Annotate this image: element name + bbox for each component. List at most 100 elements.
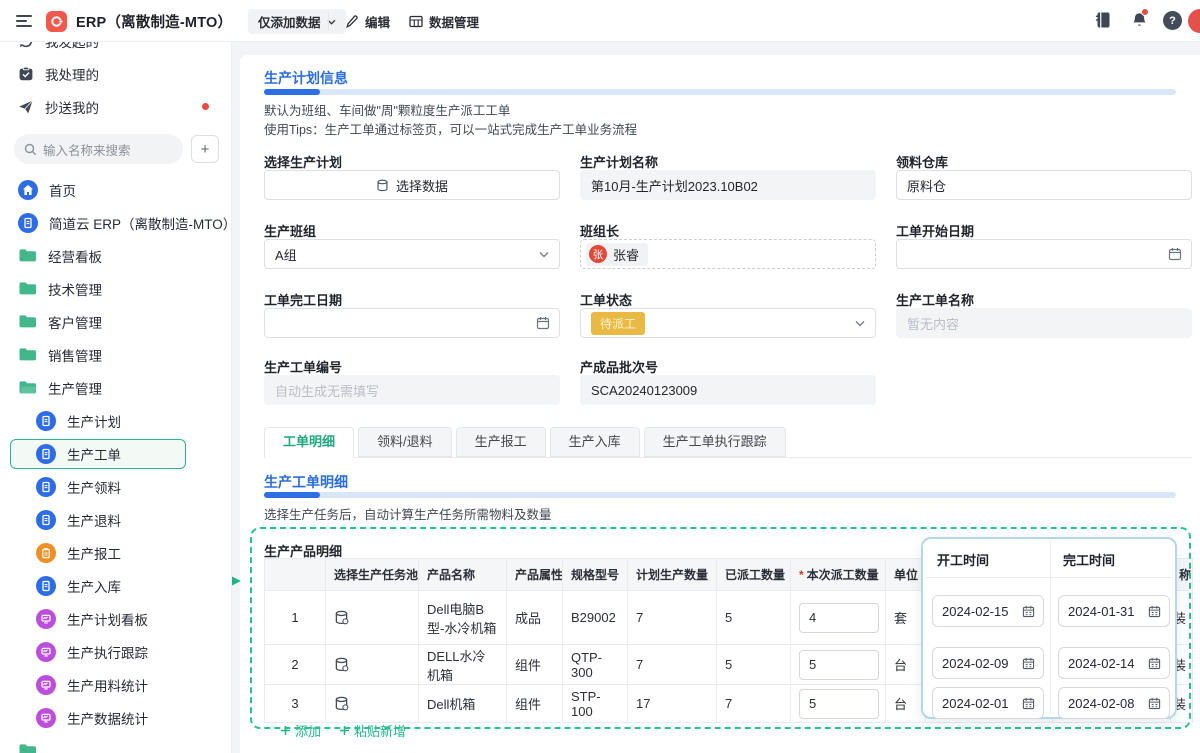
finish-date-input[interactable] [264, 308, 560, 338]
sidebar-item-production-plan[interactable]: 生产计划 [0, 404, 231, 437]
status-select[interactable]: 待派工 [580, 308, 876, 338]
panel-header-divider [925, 577, 1173, 578]
sidebar-item-material-requisition[interactable]: 生产领料 [0, 470, 231, 503]
field-label: 生产班组 [264, 221, 316, 240]
calendar-icon [1148, 657, 1161, 670]
folder-open-icon [18, 380, 37, 395]
folder-icon [18, 347, 37, 362]
sidebar-item-sales-manage[interactable]: 销售管理 [0, 338, 231, 371]
database-select-icon[interactable] [334, 610, 349, 625]
sidebar-item-material-return[interactable]: 生产退料 [0, 503, 231, 536]
field-label: 工单开始日期 [896, 221, 974, 240]
tab-work-report[interactable]: 生产报工 [456, 427, 546, 457]
qty-input[interactable]: 5 [799, 650, 879, 680]
col-spec: 规格型号 [563, 559, 628, 591]
member-avatar: 张 [589, 245, 607, 263]
warehouse-field[interactable]: 原料仓 [896, 170, 1192, 200]
qty-input[interactable]: 5 [799, 689, 879, 719]
col-end-time: 完工时间 [1063, 550, 1115, 569]
paste-add-button[interactable]: 粘贴新增 [339, 721, 406, 740]
doc-icon [36, 477, 56, 497]
sidebar-item-initiated[interactable]: 我发起的 [0, 42, 231, 57]
sidebar-item-material-stats[interactable]: 生产用料统计 [0, 668, 231, 701]
tab-warehouse-in[interactable]: 生产入库 [550, 427, 640, 457]
tab-material[interactable]: 领料/退料 [358, 427, 452, 457]
table-icon [409, 15, 423, 28]
col-name: 产品名称 [419, 559, 507, 591]
help-icon[interactable]: ? [1163, 11, 1182, 30]
add-app-button[interactable]: + [191, 135, 219, 163]
sidebar-item-data-stats[interactable]: 生产数据统计 [0, 701, 231, 734]
sidebar-item-exec-tracking[interactable]: 生产执行跟踪 [0, 635, 231, 668]
section-title-workorder-detail: 生产工单明细 [264, 472, 348, 492]
leader-field[interactable]: 张 张睿 [580, 239, 876, 269]
sidebar-item-plan-board[interactable]: 生产计划看板 [0, 602, 231, 635]
topbar-left: ERP（离散制造-MTO） [0, 0, 232, 42]
add-data-only-button[interactable]: 仅添加数据 [248, 9, 346, 34]
sidebar-item-home[interactable]: 首页 [0, 173, 231, 206]
tab-workorder-detail[interactable]: 工单明细 [264, 427, 354, 458]
sidebar-item-processed[interactable]: 我处理的 [0, 57, 231, 90]
folder-icon [18, 743, 37, 753]
database-select-icon[interactable] [334, 657, 349, 672]
home-icon [18, 180, 38, 200]
calendar-icon [1022, 605, 1035, 618]
col-current-qty: *本次派工数量 [791, 559, 886, 591]
tasks-icon [18, 66, 34, 82]
edit-button[interactable]: 编辑 [346, 0, 390, 42]
contacts-icon[interactable] [1095, 11, 1112, 29]
notifications-bell-icon[interactable] [1131, 11, 1148, 29]
calendar-icon [1148, 605, 1161, 618]
app-title: ERP（离散制造-MTO） [76, 11, 232, 32]
sidebar-item-tech-manage[interactable]: 技术管理 [0, 272, 231, 305]
folder-icon [18, 281, 37, 296]
database-select-icon[interactable] [334, 696, 349, 711]
form-card: 生产计划信息 默认为班组、车间做"周"颗粒度生产派工工单 使用Tips：生产工单… [240, 55, 1200, 753]
detail-tabbar: 工单明细 领料/退料 生产报工 生产入库 生产工单执行跟踪 [264, 427, 786, 458]
col-start-time: 开工时间 [937, 550, 989, 569]
sidebar: 我发起的 我处理的 抄送我的 输入名称来搜索 + 首页 简道云 ERP（离散制造… [0, 42, 232, 753]
doc-icon [18, 213, 38, 233]
end-date-cell[interactable]: 2024-01-31 [1058, 595, 1170, 627]
qty-input[interactable]: 4 [799, 603, 879, 633]
clipboard-icon [36, 543, 56, 563]
col-rownum [265, 559, 326, 591]
app-logo [46, 11, 67, 32]
pencil-icon [346, 15, 359, 28]
calendar-icon [536, 316, 550, 330]
start-date-cell[interactable]: 2024-02-15 [932, 595, 1044, 627]
sidebar-item-cc-to-me[interactable]: 抄送我的 [0, 90, 231, 123]
end-date-cell[interactable]: 2024-02-14 [1058, 647, 1170, 679]
start-date-input[interactable] [896, 239, 1192, 269]
team-select[interactable]: A组 [264, 239, 560, 269]
sidebar-item-erp-app[interactable]: 简道云 ERP（离散制造-MTO）... [0, 206, 231, 239]
plus-icon [280, 725, 291, 736]
col-dispatched-qty: 已派工数量 [717, 559, 791, 591]
table-actions: 添加 粘贴新增 [280, 721, 406, 739]
tab-exec-tracking[interactable]: 生产工单执行跟踪 [644, 427, 786, 457]
sidebar-item-customer-manage[interactable]: 客户管理 [0, 305, 231, 338]
chevron-down-icon [539, 251, 549, 258]
section-progress-bar [264, 492, 1176, 498]
calendar-icon [1022, 657, 1035, 670]
sidebar-item-work-report[interactable]: 生产报工 [0, 536, 231, 569]
menu-toggle-icon[interactable] [16, 15, 32, 27]
user-avatar[interactable] [1188, 9, 1200, 33]
status-badge: 待派工 [591, 312, 645, 335]
sidebar-item-biz-board[interactable]: 经营看板 [0, 239, 231, 272]
start-date-cell[interactable]: 2024-02-01 [932, 687, 1044, 719]
sidebar-item-production-workorder[interactable]: 生产工单 [0, 437, 231, 470]
dashboard-icon [36, 675, 56, 695]
unread-badge [202, 103, 209, 110]
sidebar-item-production-manage[interactable]: 生产管理 [0, 371, 231, 404]
calendar-icon [1148, 697, 1161, 710]
start-date-cell[interactable]: 2024-02-09 [932, 647, 1044, 679]
sidebar-search-input[interactable]: 输入名称来搜索 [14, 134, 183, 164]
add-row-button[interactable]: 添加 [280, 721, 321, 740]
data-manage-button[interactable]: 数据管理 [409, 0, 479, 42]
end-date-cell[interactable]: 2024-02-08 [1058, 687, 1170, 719]
select-data-button[interactable]: 选择数据 [264, 170, 560, 200]
section-desc-1: 默认为班组、车间做"周"颗粒度生产派工工单 [264, 100, 510, 119]
sidebar-item-partial[interactable] [0, 734, 231, 753]
sidebar-item-warehouse-in[interactable]: 生产入库 [0, 569, 231, 602]
